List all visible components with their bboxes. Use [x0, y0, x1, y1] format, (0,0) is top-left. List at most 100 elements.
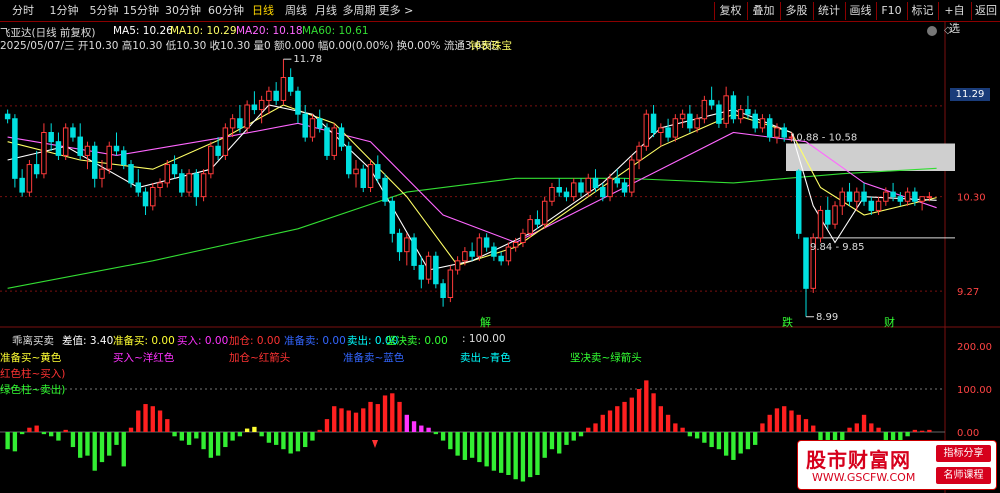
candle-body — [904, 191, 911, 202]
candle-body — [897, 196, 904, 202]
candle-body — [491, 246, 497, 257]
indicator-name: 乖离买卖 — [12, 335, 54, 347]
candle-body — [759, 118, 766, 129]
candle-body — [200, 173, 207, 198]
candle-body — [926, 196, 933, 199]
indicator-zhunbeimai2: 准备卖: 0.00 — [284, 335, 346, 347]
candle-body — [520, 232, 526, 243]
candle-body — [324, 127, 330, 156]
candle-body — [55, 141, 62, 156]
candle-body — [512, 242, 519, 248]
candle-body — [19, 177, 25, 193]
candle-body — [621, 182, 628, 193]
candle-body — [404, 237, 410, 253]
candle-body — [774, 127, 780, 138]
candle-body — [280, 77, 287, 101]
candle-body — [26, 164, 33, 193]
candle-body — [672, 118, 679, 138]
gap-zone-rect — [786, 143, 955, 171]
industry-label: 钟表珠宝 — [470, 40, 512, 52]
price-axis-label-1: 10.30 — [957, 193, 986, 204]
candle-body — [527, 219, 533, 234]
candle-body — [91, 145, 98, 179]
candle-body — [795, 170, 802, 234]
watermark-tag-share[interactable]: 指标分享 — [936, 445, 991, 462]
candle-body — [425, 255, 432, 280]
candle-body — [825, 209, 831, 225]
indicator-legend-4: 卖出~青色 — [460, 352, 511, 364]
candle-body — [883, 191, 889, 202]
settings-icon[interactable] — [927, 26, 937, 36]
watermark-url: WWW.GSCFW.COM — [812, 471, 916, 484]
candle-body — [433, 255, 439, 285]
candle-body — [309, 118, 316, 138]
indicator-legend-green: 绿色柱~卖出) — [0, 384, 66, 396]
candle-body — [135, 182, 142, 193]
candle-body — [12, 118, 18, 179]
candle-body — [215, 145, 221, 156]
candle-body — [578, 182, 584, 193]
candle-body — [483, 237, 490, 248]
candle-body — [113, 145, 120, 152]
candle-body — [150, 187, 156, 207]
candle-body — [389, 200, 396, 234]
chevron-up-icon[interactable]: ◇ — [944, 25, 952, 36]
candle-body — [716, 104, 722, 124]
candle-body — [737, 109, 744, 120]
candle-body — [287, 77, 294, 92]
candle-body — [375, 164, 381, 179]
candle-body — [890, 191, 896, 198]
candle-body — [854, 191, 860, 202]
price-axis-label-2: 9.27 — [957, 287, 979, 298]
candle-body — [142, 191, 149, 207]
candle-body — [302, 113, 308, 138]
candle-body — [556, 187, 562, 193]
candle-body — [636, 145, 642, 161]
event-marker-2: 财 — [884, 315, 895, 329]
indicator-layer — [5, 380, 932, 482]
candle-layer — [4, 59, 933, 317]
indicator-jiacang: 加仓: 0.00 — [229, 335, 281, 347]
candle-body — [541, 200, 548, 225]
watermark-tag-course[interactable]: 名师课程 — [936, 467, 991, 484]
candle-body — [121, 150, 127, 166]
candle-body — [498, 255, 504, 262]
candle-body — [440, 283, 446, 298]
candle-body — [694, 118, 700, 129]
candle-body — [534, 219, 541, 225]
candle-body — [33, 164, 40, 175]
candle-body — [919, 196, 925, 202]
candle-body — [77, 136, 83, 156]
candle-body — [106, 145, 112, 170]
candle-body — [570, 182, 577, 198]
candle-body — [208, 145, 214, 175]
candle-body — [839, 191, 846, 207]
candle-body — [316, 118, 323, 129]
indicator-legend-red: 红色柱~买入) — [0, 368, 66, 380]
current-price-tag: 11.29 — [950, 88, 990, 101]
candle-body — [665, 127, 671, 138]
candle-body — [832, 205, 838, 225]
candle-body — [454, 260, 461, 271]
candle-body — [4, 113, 11, 120]
gap-lower-annotation: 9.84 - 9.85 — [810, 242, 865, 253]
candle-body — [658, 127, 664, 133]
candle-body — [730, 95, 737, 120]
candle-body — [360, 168, 367, 189]
candle-body — [237, 118, 243, 129]
candle-body — [745, 109, 751, 115]
candle-body — [462, 251, 468, 262]
candle-body — [273, 90, 279, 101]
indicator-legend-3: 准备卖~蓝色 — [343, 352, 405, 364]
candle-body — [600, 187, 606, 198]
indicator-jianjuemai: 坚决卖: 0.00 — [386, 335, 448, 347]
candle-body — [868, 200, 875, 211]
candle-body — [171, 164, 178, 175]
candle-body — [476, 237, 483, 257]
candle-body — [251, 104, 258, 111]
candle-body — [367, 164, 374, 188]
candle-body — [629, 159, 635, 193]
candle-body — [549, 187, 555, 202]
candle-body — [607, 177, 613, 198]
watermark: 股市财富网 WWW.GSCFW.COM 指标分享 名师课程 — [797, 440, 997, 490]
